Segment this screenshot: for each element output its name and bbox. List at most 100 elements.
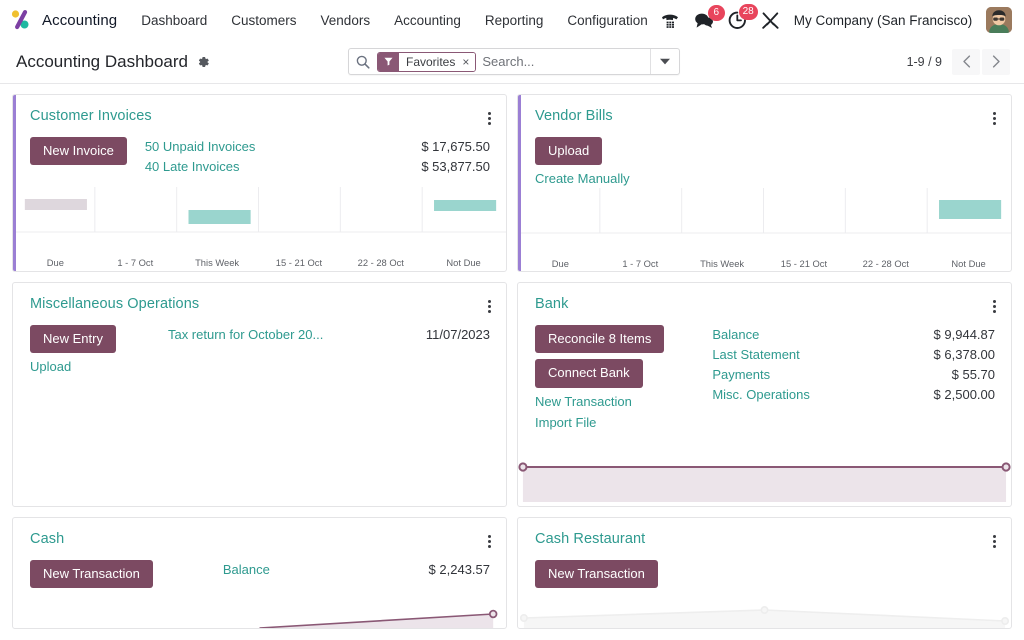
- svg-text:Not Due: Not Due: [446, 257, 480, 268]
- pager-next-button[interactable]: [982, 49, 1010, 75]
- brand-home-link[interactable]: Accounting: [8, 7, 129, 33]
- card-actions: Reconcile 8 Items Connect Bank New Trans…: [535, 325, 664, 430]
- new-entry-button[interactable]: New Entry: [30, 325, 116, 353]
- card-header: Miscellaneous Operations: [13, 283, 506, 317]
- new-transaction-button[interactable]: New Transaction: [30, 560, 153, 588]
- card-title[interactable]: Miscellaneous Operations: [30, 296, 199, 312]
- card-actions: New Invoice: [30, 137, 127, 176]
- filter-icon: [378, 53, 399, 71]
- search-icon: [349, 55, 377, 69]
- svg-text:22 - 28 Oct: 22 - 28 Oct: [863, 258, 910, 269]
- import-file-link[interactable]: Import File: [535, 415, 596, 430]
- kebab-menu-icon[interactable]: [483, 108, 496, 129]
- stat-label-last-statement[interactable]: Last Statement: [712, 345, 799, 364]
- cash-chart[interactable]: [13, 606, 506, 628]
- stat-label-late-invoices[interactable]: 40 Late Invoices: [145, 157, 240, 176]
- connect-bank-button[interactable]: Connect Bank: [535, 359, 643, 387]
- gear-icon[interactable]: [196, 55, 210, 69]
- svg-text:This Week: This Week: [700, 258, 744, 269]
- card-title[interactable]: Customer Invoices: [30, 108, 152, 124]
- card-miscellaneous-operations: Miscellaneous Operations New Entry Uploa…: [12, 282, 507, 507]
- search-facet-favorites[interactable]: Favorites ×: [377, 52, 476, 72]
- phone-dialpad-icon[interactable]: [660, 11, 680, 29]
- kebab-menu-icon[interactable]: [988, 296, 1001, 317]
- card-title[interactable]: Cash: [30, 531, 64, 547]
- menu-item-vendors[interactable]: Vendors: [309, 4, 383, 37]
- kebab-menu-icon[interactable]: [483, 531, 496, 552]
- systray: 6 28 My Company (San Francisco): [660, 7, 1015, 33]
- pager-range: 1-9 / 9: [907, 55, 950, 69]
- brand-name: Accounting: [42, 12, 117, 29]
- cash-restaurant-chart[interactable]: [518, 604, 1011, 628]
- card-cash-restaurant: Cash Restaurant New Transaction: [517, 517, 1012, 629]
- card-stats: Tax return for October 20... 11/07/2023: [126, 325, 490, 374]
- card-header: Vendor Bills: [518, 95, 1011, 129]
- pager-previous-button[interactable]: [952, 49, 980, 75]
- stat-label-balance[interactable]: Balance: [223, 560, 270, 579]
- menu-item-accounting[interactable]: Accounting: [382, 4, 473, 37]
- card-body: Reconcile 8 Items Connect Bank New Trans…: [518, 317, 1011, 430]
- menu-item-reporting[interactable]: Reporting: [473, 4, 556, 37]
- stat-value-late-invoices: $ 53,877.50: [409, 157, 490, 176]
- card-title[interactable]: Bank: [535, 296, 568, 312]
- customer-invoices-chart[interactable]: Due 1 - 7 Oct This Week 15 - 21 Oct 22 -…: [13, 185, 506, 271]
- search-panel: Favorites ×: [348, 48, 680, 75]
- menu-item-dashboard[interactable]: Dashboard: [129, 4, 219, 37]
- card-body: New Transaction Balance $ 2,243.57: [13, 552, 506, 588]
- bank-chart[interactable]: [518, 458, 1011, 506]
- search-input[interactable]: [482, 54, 650, 69]
- card-body: New Entry Upload Tax return for October …: [13, 317, 506, 374]
- kebab-menu-icon[interactable]: [483, 296, 496, 317]
- stat-value-unpaid-invoices: $ 17,675.50: [409, 137, 490, 156]
- menu-item-customers[interactable]: Customers: [219, 4, 308, 37]
- activities-count-badge: 28: [739, 4, 758, 20]
- card-bank: Bank Reconcile 8 Items Connect Bank New …: [517, 282, 1012, 507]
- search-bar[interactable]: Favorites ×: [348, 48, 680, 75]
- stat-label-unpaid-invoices[interactable]: 50 Unpaid Invoices: [145, 137, 256, 156]
- upload-button[interactable]: Upload: [535, 137, 602, 165]
- top-navbar: Accounting Dashboard Customers Vendors A…: [0, 0, 1024, 40]
- card-title[interactable]: Vendor Bills: [535, 108, 613, 124]
- card-body: New Transaction: [518, 552, 1011, 588]
- main-menu: Dashboard Customers Vendors Accounting R…: [129, 4, 660, 37]
- stat-label-tax-return[interactable]: Tax return for October 20...: [168, 325, 323, 344]
- svg-text:Due: Due: [552, 258, 569, 269]
- apps-tools-icon[interactable]: [761, 11, 780, 30]
- stat-row: Tax return for October 20... 11/07/2023: [168, 325, 490, 344]
- search-facet-remove-icon[interactable]: ×: [460, 53, 475, 71]
- menu-item-configuration[interactable]: Configuration: [555, 4, 659, 37]
- new-transaction-button[interactable]: New Transaction: [535, 560, 658, 588]
- stat-label-misc-operations[interactable]: Misc. Operations: [712, 385, 810, 404]
- stat-value-last-statement: $ 6,378.00: [922, 345, 995, 364]
- messages-icon[interactable]: 6: [694, 12, 714, 29]
- create-manually-link[interactable]: Create Manually: [535, 171, 630, 186]
- card-stats: Balance $ 9,944.87 Last Statement $ 6,37…: [674, 325, 995, 430]
- company-switcher[interactable]: My Company (San Francisco): [794, 13, 973, 28]
- new-transaction-link[interactable]: New Transaction: [535, 394, 632, 409]
- search-dropdown-toggle[interactable]: [650, 49, 679, 74]
- card-title[interactable]: Cash Restaurant: [535, 531, 645, 547]
- kebab-menu-icon[interactable]: [988, 531, 1001, 552]
- stat-value-tax-return-date: 11/07/2023: [414, 325, 490, 344]
- activities-icon[interactable]: 28: [728, 11, 747, 30]
- card-cash: Cash New Transaction Balance $ 2,243.57: [12, 517, 507, 629]
- kebab-menu-icon[interactable]: [988, 108, 1001, 129]
- user-avatar[interactable]: [986, 7, 1012, 33]
- page-title: Accounting Dashboard: [16, 52, 188, 72]
- new-invoice-button[interactable]: New Invoice: [30, 137, 127, 165]
- card-customer-invoices: Customer Invoices New Invoice 50 Unpaid …: [12, 94, 507, 272]
- card-actions: Upload Create Manually: [535, 137, 630, 186]
- card-vendor-bills: Vendor Bills Upload Create Manually Due …: [517, 94, 1012, 272]
- card-header: Bank: [518, 283, 1011, 317]
- stat-label-payments[interactable]: Payments: [712, 365, 770, 384]
- upload-link[interactable]: Upload: [30, 359, 71, 374]
- card-header: Cash: [13, 518, 506, 552]
- reconcile-items-button[interactable]: Reconcile 8 Items: [535, 325, 664, 353]
- vendor-bills-chart[interactable]: Due 1 - 7 Oct This Week 15 - 21 Oct 22 -…: [518, 186, 1011, 272]
- stat-label-balance[interactable]: Balance: [712, 325, 759, 344]
- svg-text:This Week: This Week: [195, 257, 239, 268]
- card-stats: Balance $ 2,243.57: [163, 560, 490, 588]
- breadcrumb: Accounting Dashboard: [16, 52, 210, 72]
- svg-text:1 - 7 Oct: 1 - 7 Oct: [117, 257, 153, 268]
- odoo-logo-icon: [8, 7, 34, 33]
